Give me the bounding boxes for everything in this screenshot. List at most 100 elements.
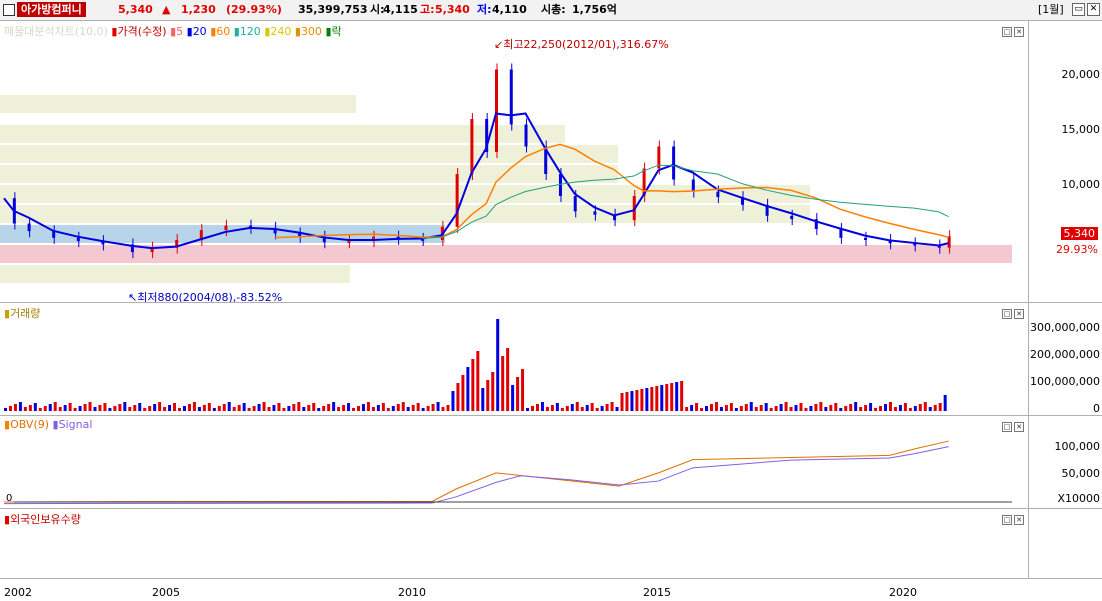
signal-legend-label: Signal <box>58 418 93 431</box>
panel-close-icon[interactable]: ✕ <box>1014 27 1024 37</box>
close-icon[interactable]: ✕ <box>1087 3 1100 16</box>
volume-bar <box>133 405 137 411</box>
volume-bar <box>401 402 405 411</box>
volume-bar <box>332 402 336 411</box>
volume-bar <box>371 407 375 411</box>
vol-tick-300m: 300,000,000 <box>1030 321 1100 334</box>
volume-bar <box>23 407 27 411</box>
volume-legend: ▮거래량 <box>4 305 40 321</box>
legend-ma60: 60 <box>216 25 231 38</box>
volume-bar <box>68 403 72 411</box>
volume-bar <box>421 408 425 411</box>
volume-bar <box>158 402 162 411</box>
volume-bar <box>53 402 57 411</box>
volume-bar <box>799 403 803 411</box>
high-annotation: ↙최고22,250(2012/01),316.67% <box>494 38 669 51</box>
volume-bar <box>252 406 256 411</box>
volume-profile-band <box>0 205 810 223</box>
panel-maximize-icon[interactable]: □ <box>1002 422 1012 432</box>
x-label-2005: 2005 <box>152 586 180 599</box>
volume-bar <box>769 408 773 411</box>
volume-bar <box>739 406 743 411</box>
volume-bar <box>540 402 544 411</box>
volume-bar <box>749 402 753 411</box>
volume-bar <box>640 389 644 411</box>
volume-bar <box>366 402 370 411</box>
volume-bar <box>302 407 306 411</box>
price-panel-buttons: □ ✕ <box>1000 24 1024 37</box>
volume-bar <box>491 372 495 411</box>
panel-maximize-icon[interactable]: □ <box>1002 309 1012 319</box>
price-plot[interactable] <box>0 21 1029 302</box>
volume-bar <box>58 407 62 411</box>
period-selector[interactable]: [1월] <box>1038 3 1064 17</box>
volume-bar <box>585 405 589 411</box>
select-checkbox[interactable] <box>3 4 15 16</box>
volume-bar <box>486 380 490 411</box>
volume-bar <box>376 405 380 411</box>
volume-bar <box>864 405 868 411</box>
y-tick-15000: 15,000 <box>1061 123 1101 136</box>
volume-bar <box>192 402 196 411</box>
volume-bar <box>78 406 82 411</box>
legend-ma5: 5 <box>176 25 184 38</box>
candle-body <box>27 223 31 232</box>
volume-bar <box>700 408 704 411</box>
candle-body <box>347 241 351 244</box>
stock-name[interactable]: 아가방컴퍼니 <box>17 2 86 17</box>
obv-zero-label: 0 <box>6 493 13 504</box>
signal-line <box>3 446 949 505</box>
volume-bar <box>322 406 326 411</box>
volume-plot[interactable] <box>0 303 1029 415</box>
volume-bar <box>267 407 271 411</box>
volume-bar <box>103 403 107 411</box>
volume-bar <box>759 405 763 411</box>
high-annotation-text: 최고22,250(2012/01),316.67% <box>503 38 669 51</box>
panel-maximize-icon[interactable]: □ <box>1002 27 1012 37</box>
volume-bar <box>426 406 430 411</box>
volume-bar <box>272 405 276 411</box>
volume-panel: ▮거래량 □ ✕ 300,000,000 200,000,000 100,000,… <box>0 302 1102 415</box>
volume-bar <box>829 405 833 411</box>
restore-icon[interactable]: ▭ <box>1072 3 1085 16</box>
volume-bar <box>73 408 77 411</box>
volume-profile-band <box>0 165 618 183</box>
volume-bar <box>391 406 395 411</box>
volume-bar <box>327 404 331 411</box>
volume-bar <box>456 383 460 411</box>
volume-bar <box>431 404 435 411</box>
volume-bar <box>277 403 281 411</box>
cap-value: 1,756억 <box>572 3 617 16</box>
volume-bar <box>903 403 907 411</box>
volume-bar <box>690 405 694 411</box>
x-label-2010: 2010 <box>398 586 426 599</box>
volume-profile-band <box>0 265 350 283</box>
volume-bar <box>48 404 52 411</box>
candle-body <box>716 191 720 198</box>
current-pct-tag: 29.93% <box>1056 243 1098 256</box>
volume-bar <box>307 405 311 411</box>
volume-bar <box>869 403 873 411</box>
obv-plot[interactable] <box>0 416 1029 508</box>
obv-legend-label: OBV(9) <box>10 418 50 431</box>
volume-bar <box>506 348 510 411</box>
volume-bar <box>501 356 505 411</box>
volume-bar <box>207 403 211 411</box>
volume-bar <box>933 405 937 411</box>
panel-close-icon[interactable]: ✕ <box>1014 515 1024 525</box>
volume-bar <box>98 405 102 411</box>
candle-body <box>495 69 498 152</box>
price-chart-svg <box>0 63 1012 283</box>
panel-close-icon[interactable]: ✕ <box>1014 309 1024 319</box>
candle-body <box>558 174 562 196</box>
volume-bar <box>879 406 883 411</box>
volume-bar <box>575 402 579 411</box>
panel-maximize-icon[interactable]: □ <box>1002 515 1012 525</box>
foreign-holdings-plot[interactable] <box>0 509 1029 579</box>
volume-bar <box>714 402 718 411</box>
volume-bar <box>550 405 554 411</box>
candle-body <box>224 225 228 231</box>
header-bar: 아가방컴퍼니 5,340 ▲ 1,230 (29.93%) 35,399,753… <box>0 0 1102 21</box>
panel-close-icon[interactable]: ✕ <box>1014 422 1024 432</box>
volume-bar <box>535 404 539 411</box>
